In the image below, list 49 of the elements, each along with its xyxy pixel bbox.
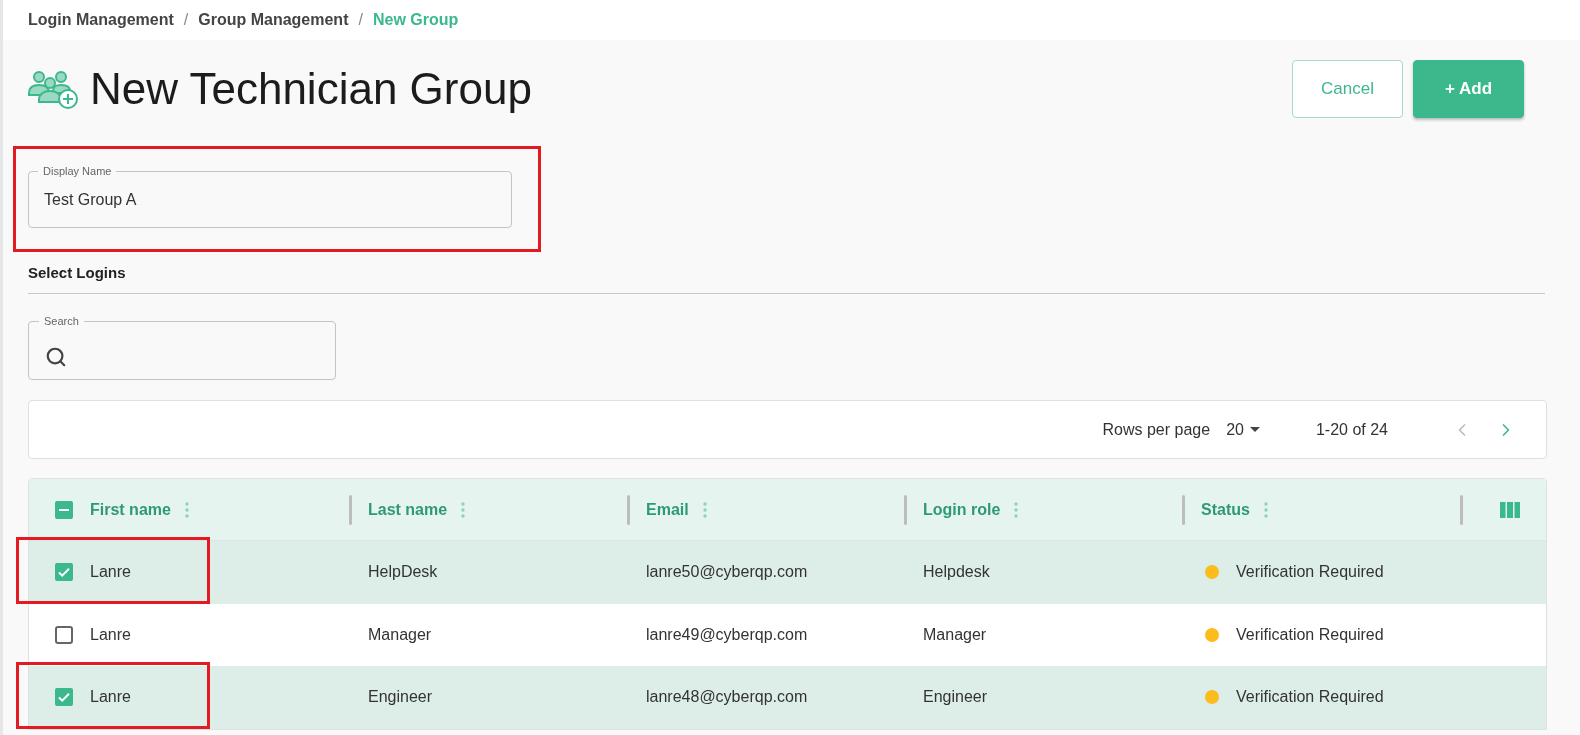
table-cell: Lanre — [90, 688, 131, 707]
column-header[interactable]: Last name — [368, 500, 448, 519]
checkbox[interactable] — [55, 563, 73, 582]
add-button[interactable]: + Add — [1413, 60, 1524, 118]
rows-per-page-label: Rows per page — [1102, 420, 1211, 439]
table-cell: Manager — [368, 625, 432, 644]
breadcrumb-separator: / — [183, 11, 189, 29]
cancel-button[interactable]: Cancel — [1292, 60, 1403, 118]
group-add-icon — [28, 69, 80, 109]
section-title: Select Logins — [28, 264, 1545, 294]
caret-icon — [1249, 427, 1260, 432]
more-options-icon[interactable] — [184, 501, 189, 518]
table-cell: Manager — [923, 625, 987, 644]
table-cell: lanre49@cyberqp.com — [646, 625, 808, 644]
table-cell: Engineer — [368, 688, 433, 707]
field-value: Test Group A — [44, 190, 137, 209]
display-name-field[interactable]: Display Name Test Group A — [28, 164, 512, 228]
table-cell: Verification Required — [1236, 625, 1384, 644]
column-header[interactable]: Login role — [923, 500, 1001, 519]
rows-per-page-select[interactable]: 20 — [1226, 420, 1260, 439]
table-cell: lanre50@cyberqp.com — [646, 563, 808, 582]
table-cell: HelpDesk — [368, 563, 438, 582]
columns-icon[interactable] — [1500, 501, 1520, 518]
column-header[interactable]: First name — [90, 500, 171, 519]
breadcrumb-link[interactable]: Group Management — [198, 11, 349, 29]
checkbox[interactable] — [55, 688, 73, 707]
field-label: Display Name — [42, 164, 113, 178]
breadcrumb-link[interactable]: Login Management — [28, 11, 174, 29]
table-cell: Lanre — [90, 625, 131, 644]
search-icon — [45, 346, 67, 368]
more-options-icon[interactable] — [461, 501, 466, 518]
column-header[interactable]: Status — [1201, 500, 1250, 519]
column-header[interactable]: Email — [646, 500, 689, 519]
page-title: New Technician Group — [90, 64, 532, 114]
field-label: Search — [43, 314, 80, 328]
table-cell: Verification Required — [1236, 563, 1384, 582]
checkbox[interactable] — [55, 625, 73, 644]
table-cell: Verification Required — [1236, 688, 1384, 707]
table-cell: Helpdesk — [923, 563, 990, 582]
more-options-icon[interactable] — [1263, 501, 1268, 518]
page-range: 1-20 of 24 — [1315, 420, 1388, 439]
table-cell: Lanre — [90, 563, 131, 582]
more-options-icon[interactable] — [702, 501, 707, 518]
table-cell: lanre48@cyberqp.com — [646, 688, 808, 707]
table-cell: Engineer — [923, 688, 988, 707]
more-options-icon[interactable] — [1014, 501, 1019, 518]
breadcrumb-separator: / — [358, 11, 363, 29]
checkbox[interactable] — [55, 500, 73, 519]
search-field[interactable]: Search — [28, 314, 336, 380]
